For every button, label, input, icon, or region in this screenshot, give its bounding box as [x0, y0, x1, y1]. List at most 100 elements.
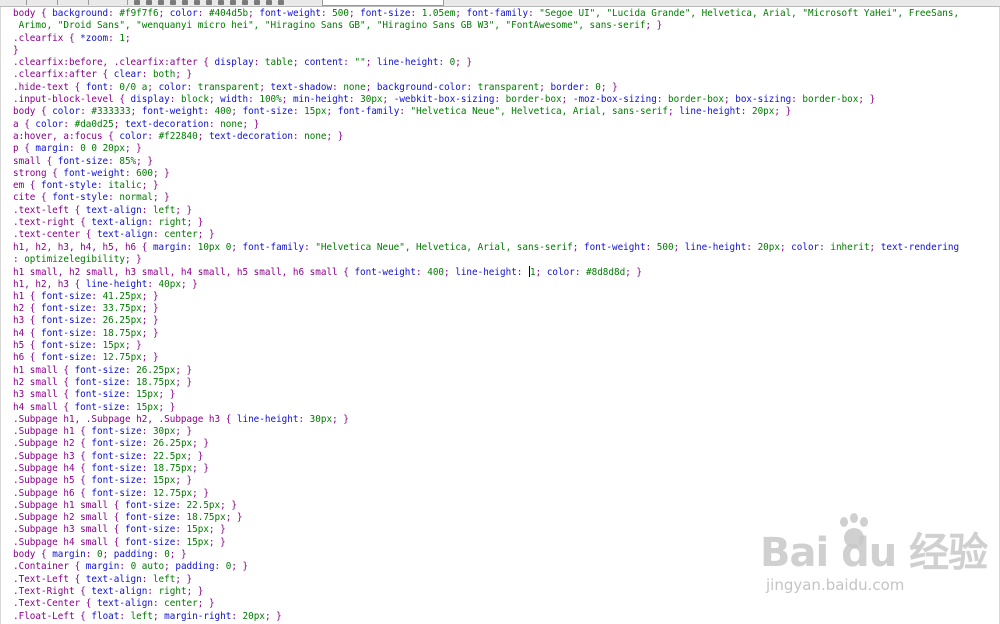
- code-line[interactable]: h5 { font-size: 15px; }: [13, 340, 997, 352]
- css-selector: :: [175, 499, 187, 511]
- css-value: #8d8d8d: [586, 267, 626, 279]
- css-property: font-size: [124, 524, 176, 536]
- css-selector: .Subpage h6 {: [13, 487, 92, 499]
- css-property: font-size: [41, 303, 92, 315]
- toolbar-icon[interactable]: [182, 0, 188, 5]
- css-selector: ;: [539, 81, 551, 93]
- toolbar-icon[interactable]: [242, 0, 248, 5]
- css-selector: ; }: [455, 57, 473, 69]
- toolbar-search-input[interactable]: [322, 0, 444, 6]
- code-line[interactable]: h4 { font-size: 18.75px; }: [13, 328, 997, 340]
- code-line[interactable]: p { margin: 0 0 20px; }: [13, 143, 997, 155]
- css-property: content: [304, 57, 344, 69]
- toolbar-icon[interactable]: [230, 0, 236, 5]
- toolbar-segment[interactable]: [89, 0, 128, 5]
- code-line[interactable]: body { color: #333333; font-weight: 400;…: [13, 106, 997, 118]
- code-line[interactable]: .Subpage h1, .Subpage h2, .Subpage h3 { …: [13, 414, 997, 426]
- code-line[interactable]: .clearfix { *zoom: 1;: [13, 33, 997, 45]
- code-line[interactable]: .input-block-level { display: block; wid…: [13, 94, 997, 106]
- css-property: -moz-box-sizing: [572, 94, 657, 106]
- code-line[interactable]: a { color: #da0d25; text-decoration: non…: [13, 119, 997, 131]
- code-line[interactable]: .Subpage h5 { font-size: 15px; }: [13, 475, 997, 487]
- code-line[interactable]: .Subpage h3 { font-size: 22.5px; }: [13, 451, 997, 463]
- code-line[interactable]: .Subpage h1 small { font-size: 22.5px; }: [13, 500, 997, 512]
- css-selector: ;: [382, 94, 394, 106]
- code-line[interactable]: h1, h2, h3 { line-height: 40px; }: [13, 279, 997, 291]
- code-line[interactable]: .Subpage h6 { font-size: 12.75px; }: [13, 488, 997, 500]
- toolbar-segment[interactable]: [0, 0, 27, 5]
- toolbar-icon[interactable]: [206, 0, 212, 5]
- code-line[interactable]: .Subpage h4 { font-size: 18.75px; }: [13, 463, 997, 475]
- css-selector: ;: [668, 106, 680, 118]
- css-value: transparent: [197, 81, 260, 93]
- css-selector: :: [119, 610, 131, 622]
- css-selector: ;: [130, 106, 142, 118]
- code-line[interactable]: a:hover, a:focus { color: #f22840; text-…: [13, 131, 997, 143]
- toolbar-icon[interactable]: [218, 0, 224, 5]
- toolbar-icon[interactable]: [134, 0, 140, 5]
- code-line[interactable]: .text-right { text-align: right; }: [13, 217, 997, 229]
- css-value: 18.75px: [186, 512, 226, 524]
- toolbar-segment[interactable]: [27, 0, 58, 5]
- code-line[interactable]: h1 { font-size: 41.25px; }: [13, 291, 997, 303]
- toolbar-icon[interactable]: [170, 0, 176, 5]
- toolbar-segment[interactable]: [58, 0, 89, 5]
- toolbar-icon[interactable]: [254, 0, 260, 5]
- toolbar-icon[interactable]: [266, 0, 272, 5]
- code-line[interactable]: h1 small, h2 small, h3 small, h4 small, …: [13, 266, 997, 278]
- css-value: 18.75px: [152, 462, 193, 474]
- css-property: font: [85, 81, 109, 93]
- code-line[interactable]: cite { font-style: normal; }: [13, 192, 997, 204]
- code-line[interactable]: small { font-size: 85%; }: [13, 156, 997, 168]
- code-line[interactable]: h4 small { font-size: 15px; }: [13, 402, 997, 414]
- toolbar-icon[interactable]: [158, 0, 164, 5]
- code-line[interactable]: h3 { font-size: 26.25px; }: [13, 315, 997, 327]
- code-line[interactable]: h1, h2, h3, h4, h5, h6 { margin: 10px 0;…: [13, 242, 997, 254]
- code-line[interactable]: h2 { font-size: 33.75px; }: [13, 303, 997, 315]
- code-line[interactable]: h3 small { font-size: 15px; }: [13, 389, 997, 401]
- code-line[interactable]: .text-center { text-align: center; }: [13, 229, 997, 241]
- css-selector: .Subpage h4 {: [13, 462, 92, 474]
- code-line[interactable]: strong { font-weight: 600; }: [13, 168, 997, 180]
- toolbar-icon[interactable]: [146, 0, 152, 5]
- code-line[interactable]: : optimizelegibility; }: [13, 254, 997, 266]
- code-line[interactable]: .text-left { text-align: left; }: [13, 205, 997, 217]
- css-property: font-size: [41, 290, 92, 302]
- code-line[interactable]: }: [13, 45, 997, 57]
- css-selector: h2 small {: [13, 376, 75, 388]
- css-selector: :: [147, 278, 159, 290]
- css-property: line-height: [684, 241, 747, 253]
- code-line[interactable]: .Subpage h1 { font-size: 30px; }: [13, 426, 997, 438]
- css-value: 500: [332, 8, 349, 19]
- code-line[interactable]: em { font-style: italic; }: [13, 180, 997, 192]
- code-line[interactable]: .Subpage h2 { font-size: 26.25px; }: [13, 438, 997, 450]
- css-selector: ; }: [332, 413, 349, 425]
- code-line[interactable]: .clearfix:after { clear: both; }: [13, 69, 997, 81]
- css-selector: :: [231, 610, 243, 622]
- css-selector: ; }: [175, 69, 193, 81]
- css-selector: :: [141, 438, 153, 450]
- css-property: text-decoration: [208, 130, 293, 142]
- code-line[interactable]: h2 small { font-size: 18.75px; }: [13, 377, 997, 389]
- css-value: 30px: [309, 413, 333, 425]
- css-property: font-size: [91, 438, 142, 450]
- css-value: 12.75px: [102, 352, 142, 364]
- css-property: -webkit-box-sizing: [393, 94, 495, 106]
- css-value: italic: [108, 180, 142, 192]
- css-property: font-style: [41, 180, 97, 192]
- toolbar-icon[interactable]: [278, 0, 284, 5]
- css-selector: :: [141, 204, 153, 216]
- css-selector: :: [91, 290, 103, 302]
- code-line[interactable]: h6 { font-size: 12.75px; }: [13, 352, 997, 364]
- css-property: line-height: [679, 106, 741, 118]
- css-selector: h1, h2, h3, h4, h5, h6 {: [13, 241, 153, 253]
- code-line[interactable]: body { background: #f9f7f6; color: #404d…: [13, 8, 997, 20]
- code-line[interactable]: .hide-text { font: 0/0 a; color: transpa…: [13, 82, 997, 94]
- css-value: 1.05em: [421, 8, 456, 19]
- code-line[interactable]: .clearfix:before, .clearfix:after { disp…: [13, 57, 997, 69]
- css-selector: ;: [724, 94, 736, 106]
- css-value: none: [220, 118, 243, 130]
- code-line[interactable]: Arimo, "Droid Sans", "wenquanyi micro he…: [13, 20, 997, 32]
- code-line[interactable]: h1 small { font-size: 26.25px; }: [13, 365, 997, 377]
- toolbar-icon[interactable]: [194, 0, 200, 5]
